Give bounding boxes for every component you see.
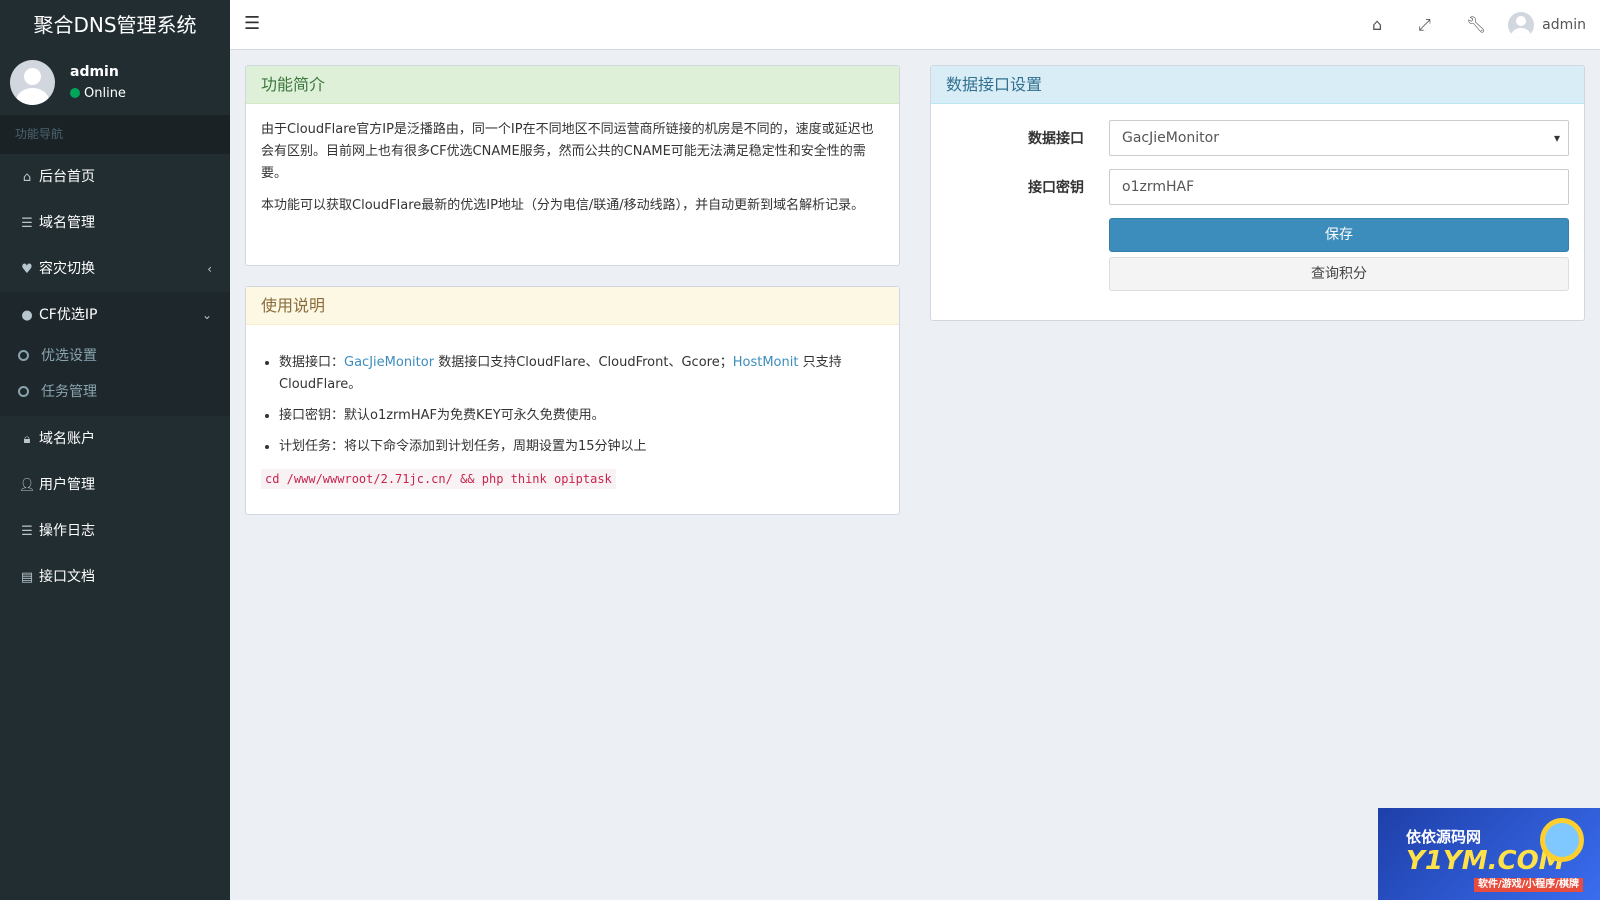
intro-box-body: 由于CloudFlare官方IP是泛播路由，同一个IP在不同地区不同运营商所链接… <box>246 104 899 242</box>
menu-toggle-icon[interactable]: ☰ <box>244 14 260 34</box>
nav-header: 功能导航 <box>0 115 230 154</box>
user-panel: admin Online <box>0 50 230 115</box>
watermark-line-3: 软件/游戏/小程序/棋牌 <box>1474 878 1583 892</box>
sidebar-item-domains[interactable]: ☰ 域名管理 <box>0 200 230 246</box>
watermark-line-1: 依依源码网 <box>1406 828 1482 846</box>
watermark-logo: 依依源码网 Y1YM.COM 软件/游戏/小程序/棋牌 <box>1378 808 1600 900</box>
chevron-down-icon: ⌄ <box>201 308 212 322</box>
usage-item-label: 数据接口： <box>279 355 345 370</box>
fullscreen-icon[interactable]: ⤢ <box>1418 15 1431 35</box>
api-select-value: GacJieMonitor <box>1122 130 1219 146</box>
sidebar-subitem-label: 优选设置 <box>41 348 97 364</box>
navbar-username: admin <box>1542 17 1586 33</box>
chevron-down-icon: ▾ <box>1553 131 1560 145</box>
usage-box: 使用说明 数据接口：GacJieMonitor 数据接口支持CloudFlare… <box>245 286 900 515</box>
chevron-left-icon: ‹ <box>207 262 212 276</box>
list-icon: ☰ <box>21 524 33 539</box>
wrench-icon[interactable]: 🔧︎ <box>1466 15 1486 35</box>
sidebar-item-api-docs[interactable]: ▤ 接口文档 <box>0 554 230 600</box>
api-select[interactable]: GacJieMonitor ▾ <box>1109 120 1569 156</box>
heartbeat-icon: ♥ <box>21 262 33 277</box>
api-key-label: 接口密钥 <box>1028 180 1084 196</box>
sidebar-item-users[interactable]: 👤︎ 用户管理 <box>0 462 230 508</box>
list-icon: ☰ <box>21 216 33 231</box>
usage-item-text: 数据接口支持CloudFlare、CloudFront、Gcore； <box>434 355 733 370</box>
api-key-input[interactable]: o1zrmHAF <box>1109 169 1569 205</box>
sidebar-item-label: 域名管理 <box>39 215 95 231</box>
navbar-user-menu[interactable]: admin <box>1508 12 1586 38</box>
sidebar-item-home[interactable]: ⌂ 后台首页 <box>0 154 230 200</box>
home-icon[interactable]: ⌂ <box>1372 15 1382 35</box>
api-select-label: 数据接口 <box>1028 131 1084 147</box>
intro-box-title: 功能简介 <box>246 66 899 104</box>
magnifier-icon <box>1540 818 1584 862</box>
list-item: 接口密钥：默认o1zrmHAF为免费KEY可永久免费使用。 <box>279 405 884 427</box>
submenu-cf-ip: 优选设置 任务管理 <box>0 338 230 416</box>
sidebar-item-logs[interactable]: ☰ 操作日志 <box>0 508 230 554</box>
api-settings-box: 数据接口设置 数据接口 GacJieMonitor ▾ 接口密钥 o1zrmHAF… <box>930 65 1585 321</box>
save-button[interactable]: 保存 <box>1109 218 1569 252</box>
sidebar-item-label: 后台首页 <box>39 169 95 185</box>
sidebar-subitem-label: 任务管理 <box>41 384 97 400</box>
sidebar-item-label: 容灾切换 <box>39 261 95 277</box>
sidebar-item-failover[interactable]: ♥ 容灾切换 ‹ <box>0 246 230 292</box>
home-icon: ⌂ <box>22 170 32 185</box>
link-gacjiemonitor[interactable]: GacJieMonitor <box>344 355 434 370</box>
top-navbar: ☰ ⌂ ⤢ 🔧︎ admin <box>230 0 1600 50</box>
usage-box-title: 使用说明 <box>246 287 899 325</box>
globe-icon: ● <box>21 308 33 323</box>
watermark-line-2: Y1YM.COM <box>1406 846 1565 876</box>
user-status-text: Online <box>84 86 126 101</box>
query-points-button[interactable]: 查询积分 <box>1109 257 1569 291</box>
app-logo-title[interactable]: 聚合DNS管理系统 <box>0 0 230 50</box>
user-status: Online <box>70 86 126 101</box>
sidebar-item-accounts[interactable]: 🔒︎ 域名账户 <box>0 416 230 462</box>
online-dot-icon <box>70 88 80 98</box>
sidebar-item-label: 用户管理 <box>39 477 95 493</box>
sidebar-subitem-settings[interactable]: 优选设置 <box>0 338 230 374</box>
list-item: 计划任务：将以下命令添加到计划任务，周期设置为15分钟以上 <box>279 436 884 458</box>
book-icon: ▤ <box>20 570 34 585</box>
avatar <box>1508 12 1535 38</box>
sidebar-item-label: 操作日志 <box>39 523 95 539</box>
sidebar-subitem-tasks[interactable]: 任务管理 <box>0 374 230 410</box>
sidebar-item-label: 域名账户 <box>39 431 95 447</box>
sidebar-item-label: 接口文档 <box>39 569 95 585</box>
api-key-row: 接口密钥 o1zrmHAF <box>931 169 1584 205</box>
circle-icon <box>18 350 29 361</box>
intro-paragraph-2: 本功能可以获取CloudFlare最新的优选IP地址（分为电信/联通/移动线路）… <box>261 198 865 213</box>
api-select-row: 数据接口 GacJieMonitor ▾ <box>931 120 1584 156</box>
lock-icon: 🔒︎ <box>23 432 31 447</box>
intro-box: 功能简介 由于CloudFlare官方IP是泛播路由，同一个IP在不同地区不同运… <box>245 65 900 266</box>
usage-box-body: 数据接口：GacJieMonitor 数据接口支持CloudFlare、Clou… <box>246 325 899 506</box>
user-icon: 👤︎ <box>18 478 36 493</box>
link-hostmonit[interactable]: HostMonit <box>733 355 799 370</box>
sidebar: 聚合DNS管理系统 admin Online 功能导航 ⌂ 后台首页 ☰ 域名管理 … <box>0 0 230 900</box>
usage-list: 数据接口：GacJieMonitor 数据接口支持CloudFlare、Clou… <box>279 352 884 458</box>
avatar <box>10 60 55 105</box>
api-settings-title: 数据接口设置 <box>931 66 1584 104</box>
intro-paragraph-1: 由于CloudFlare官方IP是泛播路由，同一个IP在不同地区不同运营商所链接… <box>261 122 874 181</box>
list-item: 数据接口：GacJieMonitor 数据接口支持CloudFlare、Clou… <box>279 352 884 396</box>
cron-command: cd /www/wwwroot/2.71jc.cn/ && php think … <box>261 469 616 489</box>
sidebar-item-cf-ip[interactable]: ● CF优选IP ⌄ <box>0 292 230 338</box>
sidebar-item-label: CF优选IP <box>39 307 98 323</box>
sidebar-username: admin <box>70 64 119 80</box>
circle-icon <box>18 386 29 397</box>
